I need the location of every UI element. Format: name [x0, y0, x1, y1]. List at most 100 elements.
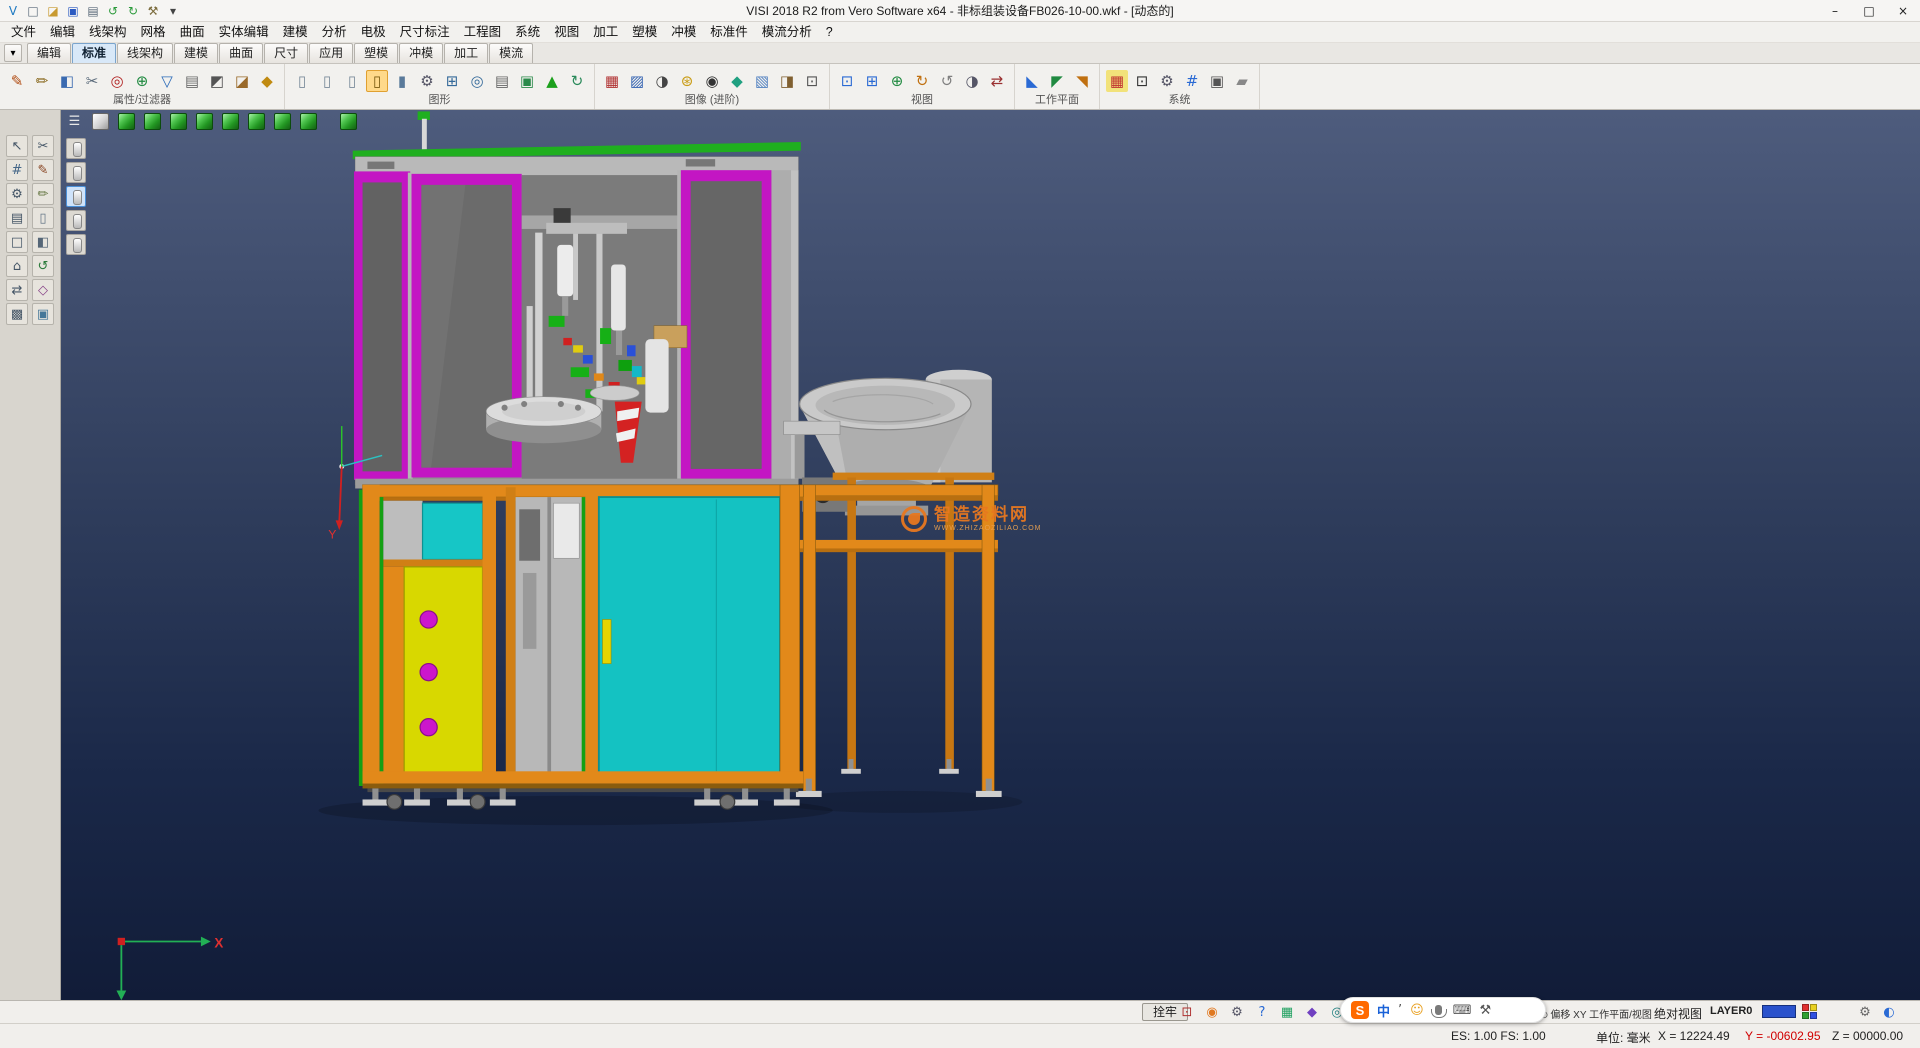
previous-view-icon[interactable]: ↺	[936, 70, 958, 92]
box-tool-icon[interactable]: □	[6, 231, 28, 253]
measure-diamond-icon[interactable]: ◇	[32, 279, 54, 301]
dynamic-view-cube-icon[interactable]	[340, 113, 357, 130]
background-icon[interactable]: ▧	[751, 70, 773, 92]
filter-icon[interactable]: ▽	[156, 70, 178, 92]
keyboard-icon[interactable]: ⌨	[1453, 1003, 1472, 1018]
tab-standard[interactable]: 标准	[72, 43, 116, 63]
view-cube-front-icon[interactable]	[170, 113, 187, 130]
coordinate-x-value[interactable]: X = 12224.49	[1658, 1029, 1730, 1043]
material-icon[interactable]: ◆	[726, 70, 748, 92]
layer-filter-icon[interactable]: ▤	[181, 70, 203, 92]
menu-item[interactable]: 实体编辑	[212, 22, 276, 42]
gear-status-icon[interactable]: ⚙	[1856, 1003, 1874, 1021]
list-display-icon[interactable]: ▤	[491, 70, 513, 92]
annotate-pencil-icon[interactable]: ✏	[32, 183, 54, 205]
grid-snap-icon[interactable]: #	[6, 159, 28, 181]
snap-target-icon[interactable]: ◎	[106, 70, 128, 92]
match-properties-icon[interactable]: ◧	[56, 70, 78, 92]
open-file-icon[interactable]: ◪	[44, 2, 62, 20]
menu-item[interactable]: 线架构	[82, 22, 134, 42]
tab-mold[interactable]: 塑模	[354, 43, 398, 63]
menu-item[interactable]: 标准件	[703, 22, 755, 42]
ime-toolbox-icon[interactable]: ⚒	[1479, 1003, 1491, 1018]
trim-scissors-icon[interactable]: ✂	[32, 135, 54, 157]
globe-status-icon[interactable]: ◐	[1880, 1003, 1898, 1021]
app-logo-icon[interactable]: V	[4, 2, 22, 20]
snapshot-icon[interactable]: ⊡	[801, 70, 823, 92]
quick-access-dropdown-icon[interactable]: ▾	[164, 2, 182, 20]
grid-icon[interactable]: #	[1181, 70, 1203, 92]
minimize-button[interactable]: –	[1818, 0, 1852, 21]
display-mode-4-button[interactable]	[66, 210, 86, 231]
color-table-icon[interactable]: ▦	[1106, 70, 1128, 92]
section-icon[interactable]: ◨	[776, 70, 798, 92]
tab-dropdown-icon[interactable]: ▾	[4, 44, 22, 62]
wireframe-list-icon[interactable]: ▯	[291, 70, 313, 92]
window-display-icon[interactable]: ⊞	[441, 70, 463, 92]
attribute-pencil-icon[interactable]: ✏	[31, 70, 53, 92]
close-button[interactable]: ×	[1886, 0, 1920, 21]
tab-flow[interactable]: 模流	[489, 43, 533, 63]
menu-item[interactable]: 网格	[134, 22, 173, 42]
eraser-icon[interactable]: ◪	[231, 70, 253, 92]
menu-item[interactable]: 系统	[508, 22, 547, 42]
hatch-fill-icon[interactable]: ▩	[6, 303, 28, 325]
3d-viewport[interactable]: Y X ☰ 智造资料网 WWW.ZHIZAOZILIAO.COM	[61, 110, 1920, 1000]
shaded-list-icon[interactable]: ▯	[316, 70, 338, 92]
color-filter-icon[interactable]: ◆	[256, 70, 278, 92]
ime-language-toggle[interactable]: 中	[1377, 1001, 1390, 1020]
zoom-fit-icon[interactable]: ⊡	[836, 70, 858, 92]
workplane-entity-icon[interactable]: ◥	[1071, 70, 1093, 92]
swap-arrows-icon[interactable]: ⇄	[6, 279, 28, 301]
tab-application[interactable]: 应用	[309, 43, 353, 63]
menu-item[interactable]: 加工	[586, 22, 625, 42]
zoom-in-icon[interactable]: ⊕	[886, 70, 908, 92]
menu-item[interactable]: 曲面	[173, 22, 212, 42]
shadow-icon[interactable]: ◑	[651, 70, 673, 92]
capture-icon[interactable]: ▣	[1206, 70, 1228, 92]
emoji-icon[interactable]: ☺	[1410, 1003, 1424, 1018]
preferences-gear-icon[interactable]: ⚙	[6, 183, 28, 205]
display-mode-5-button[interactable]	[66, 234, 86, 255]
select-arrow-icon[interactable]: ↖	[6, 135, 28, 157]
rotate-view-icon[interactable]: ↻	[911, 70, 933, 92]
menu-item[interactable]: ?	[819, 22, 840, 42]
home-view-icon[interactable]: ⌂	[6, 255, 28, 277]
tab-wireframe[interactable]: 线架构	[117, 43, 173, 63]
mic-icon[interactable]	[1435, 1005, 1442, 1015]
coordinate-y-value[interactable]: Y = -00602.95	[1745, 1029, 1821, 1043]
tab-die[interactable]: 冲模	[399, 43, 443, 63]
menu-item[interactable]: 文件	[4, 22, 43, 42]
cone-icon[interactable]: ▲	[541, 70, 563, 92]
machine-base-cabinet[interactable]	[359, 485, 803, 792]
layer-color-swatch[interactable]	[1762, 1005, 1796, 1018]
menu-item[interactable]: 塑模	[625, 22, 664, 42]
sketch-pencil-icon[interactable]: ✎	[32, 159, 54, 181]
render-icon[interactable]: ▦	[601, 70, 623, 92]
menu-item[interactable]: 电极	[354, 22, 393, 42]
hidden-line-icon[interactable]: ▯	[341, 70, 363, 92]
regen-icon[interactable]: ↻	[566, 70, 588, 92]
wireframe-cube-icon[interactable]	[92, 113, 109, 130]
ime-punctuation-toggle[interactable]: ’	[1398, 1003, 1402, 1018]
capture-status-icon[interactable]: ⊡	[1178, 1003, 1196, 1021]
view-cube-bottom-icon[interactable]	[274, 113, 291, 130]
menu-item[interactable]: 编辑	[43, 22, 82, 42]
tab-surface[interactable]: 曲面	[219, 43, 263, 63]
view-menu-icon[interactable]: ☰	[66, 113, 83, 130]
shell-tool-icon[interactable]: ◧	[32, 231, 54, 253]
maximize-button[interactable]: □	[1852, 0, 1886, 21]
view-cube-axono-icon[interactable]	[300, 113, 317, 130]
tab-machining[interactable]: 加工	[444, 43, 488, 63]
menu-item[interactable]: 工程图	[457, 22, 509, 42]
display-mode-1-button[interactable]	[66, 138, 86, 159]
sogou-logo-icon[interactable]: S	[1351, 1001, 1369, 1019]
display-mode-2-button[interactable]	[66, 162, 86, 183]
view-cube-left-icon[interactable]	[222, 113, 239, 130]
solid-display-icon[interactable]: ▮	[391, 70, 413, 92]
view-cube-back-icon[interactable]	[248, 113, 265, 130]
menu-item[interactable]: 分析	[315, 22, 354, 42]
coordinate-z-value[interactable]: Z = 00000.00	[1832, 1029, 1903, 1043]
display-settings-icon[interactable]: ⚙	[416, 70, 438, 92]
view-cube-right-icon[interactable]	[196, 113, 213, 130]
